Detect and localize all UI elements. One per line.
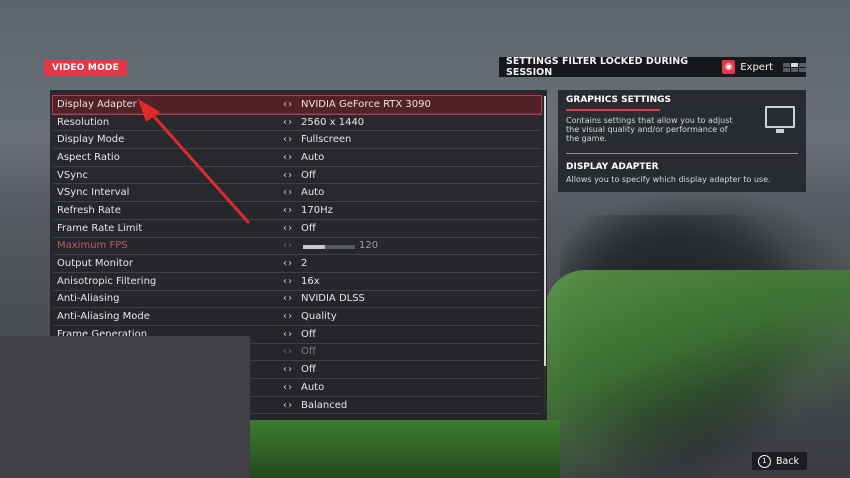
chevron-left-right-icon[interactable]: ‹ › [283,240,292,251]
setting-row[interactable]: Maximum FPS ‹ › 120 [53,238,541,256]
setting-value: Off [301,169,316,181]
setting-row[interactable]: VSync ‹ › Off [53,167,541,185]
setting-label: Output Monitor [57,258,133,270]
setting-row[interactable]: Output Monitor ‹ › 2 [53,255,541,273]
filter-locked-text: SETTINGS FILTER LOCKED DURING SESSION [506,56,689,78]
chevron-left-right-icon[interactable]: ‹ › [283,187,292,198]
chevron-left-right-icon[interactable]: ‹ › [283,223,292,234]
setting-value: 2560 x 1440 [301,116,365,128]
setting-label: Display Adapter [57,98,137,110]
car-livery-lower [250,420,560,478]
setting-value: Auto [301,381,325,393]
info-divider [566,153,798,154]
setting-row[interactable]: Resolution ‹ › 2560 x 1440 [53,114,541,132]
chevron-left-right-icon[interactable]: ‹ › [283,117,292,128]
setting-label: Anti-Aliasing [57,293,120,305]
setting-label: Display Mode [57,134,125,146]
slider-fill [303,244,325,249]
setting-value: Auto [301,151,325,163]
video-mode-badge: VIDEO MODE [44,60,127,76]
filter-value: Expert [740,61,773,73]
setting-value: Off [301,364,316,376]
setting-value: Off [301,222,316,234]
setting-value: 16x [301,275,320,287]
info-item-text: Allows you to specify which display adap… [566,175,771,184]
chevron-left-right-icon[interactable]: ‹ › [283,382,292,393]
setting-value: Quality [301,311,337,323]
setting-label: Anisotropic Filtering [57,275,157,287]
back-key-icon: 1 [758,454,771,468]
info-item-title: DISPLAY ADAPTER [566,162,659,172]
chevron-left-right-icon[interactable]: ‹ › [283,99,292,110]
settings-scrollbar[interactable] [544,96,546,414]
info-section-title: GRAPHICS SETTINGS [566,95,672,105]
setting-value: Balanced [301,399,348,411]
scrollbar-thumb[interactable] [544,96,546,366]
setting-value: Off [301,328,316,340]
setting-row[interactable]: Display Mode ‹ › Fullscreen [53,131,541,150]
chevron-left-right-icon[interactable]: ‹ › [283,346,292,357]
info-title-underline [566,109,660,111]
setting-row[interactable]: Aspect Ratio ‹ › Auto [53,149,541,167]
filter-level-icon [783,62,806,72]
overlay-occluder [0,336,250,478]
chevron-left-right-icon[interactable]: ‹ › [283,293,292,304]
chevron-left-right-icon[interactable]: ‹ › [283,364,292,375]
setting-value: NVIDIA GeForce RTX 3090 [301,98,431,110]
setting-slider[interactable] [303,244,355,249]
car-livery [545,270,850,478]
setting-value: Off [301,346,316,358]
setting-row[interactable]: Anisotropic Filtering ‹ › 16x [53,273,541,291]
chevron-left-right-icon[interactable]: ‹ › [283,400,292,411]
chevron-left-right-icon[interactable]: ‹ › [283,134,292,145]
info-panel: GRAPHICS SETTINGS Contains settings that… [558,90,806,192]
setting-label: VSync Interval [57,187,130,199]
chevron-left-right-icon[interactable]: ‹ › [283,311,292,322]
chevron-left-right-icon[interactable]: ‹ › [283,276,292,287]
chevron-left-right-icon[interactable]: ‹ › [283,152,292,163]
setting-value: 170Hz [301,204,333,216]
setting-value: Auto [301,187,325,199]
setting-label: Frame Rate Limit [57,222,143,234]
setting-value: NVIDIA DLSS [301,293,365,305]
chevron-left-right-icon[interactable]: ‹ › [283,258,292,269]
setting-row[interactable]: VSync Interval ‹ › Auto [53,184,541,203]
setting-label: Refresh Rate [57,204,121,216]
setting-row[interactable]: Anti-Aliasing Mode ‹ › Quality [53,308,541,326]
setting-label: Anti-Aliasing Mode [57,311,150,323]
back-button[interactable]: 1 Back [752,452,807,470]
lock-icon: ◉ [722,60,736,74]
settings-filter-bar: SETTINGS FILTER LOCKED DURING SESSION ◉ … [499,56,806,78]
setting-label: VSync [57,169,88,181]
info-section-text: Contains settings that allow you to adju… [566,116,733,143]
setting-row[interactable]: Frame Rate Limit ‹ › Off [53,220,541,238]
setting-label: Maximum FPS [57,240,128,252]
setting-value: 2 [301,258,308,270]
chevron-left-right-icon[interactable]: ‹ › [283,205,292,216]
back-label: Back [776,455,800,467]
setting-value: Fullscreen [301,134,352,146]
chevron-left-right-icon[interactable]: ‹ › [283,170,292,181]
setting-label: Resolution [57,116,110,128]
setting-row[interactable]: Anti-Aliasing ‹ › NVIDIA DLSS [53,291,541,309]
setting-row[interactable]: Display Adapter ‹ › NVIDIA GeForce RTX 309… [52,95,542,115]
setting-label: Aspect Ratio [57,151,120,163]
chevron-left-right-icon[interactable]: ‹ › [283,329,292,340]
setting-row[interactable]: Refresh Rate ‹ › 170Hz [53,202,541,220]
setting-value: 120 [359,240,379,252]
monitor-icon [765,106,795,133]
